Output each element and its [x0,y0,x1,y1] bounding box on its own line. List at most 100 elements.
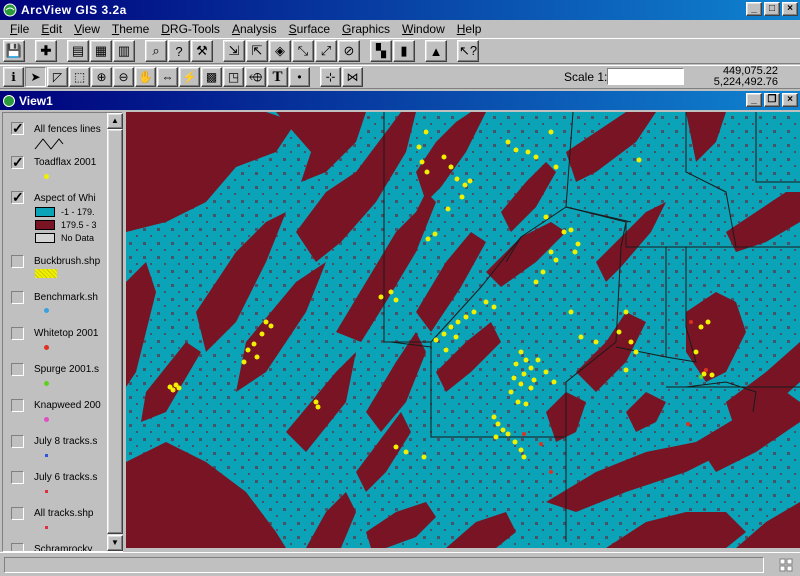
measure-icon[interactable]: ⇔ [157,67,178,87]
hotlink-icon[interactable]: ⚡ [179,67,200,87]
map-calculator-icon[interactable]: ▲ [425,40,447,62]
resize-grip-icon[interactable] [778,557,794,573]
point-symbol-icon [44,345,49,350]
layer-checkbox[interactable] [11,471,24,484]
toc-layer-schramrocky[interactable]: Schramrocky [3,541,108,551]
split-icon[interactable]: ⋈ [342,67,363,87]
select-feature-icon[interactable]: ⬚ [69,67,90,87]
toc-layer-aspect[interactable]: ✓ Aspect of Whi -1 - 179. 179.5 - 3 No D… [3,189,108,249]
scroll-down-arrow-icon[interactable]: ▼ [107,535,123,551]
open-table-icon[interactable]: ▥ [113,40,135,62]
layer-checkbox[interactable] [11,327,24,340]
menu-edit[interactable]: Edit [35,22,68,36]
menu-help[interactable]: Help [451,22,488,36]
layer-name: Toadflax 2001 [34,157,97,168]
toc-layer-july6-tracks[interactable]: July 6 tracks.s [3,469,108,501]
zoom-out-icon[interactable]: ⤢ [315,40,337,62]
identify-icon[interactable]: ℹ [3,67,24,87]
layer-checkbox[interactable]: ✓ [11,190,24,204]
map-canvas[interactable] [126,112,800,548]
layer-checkbox[interactable] [11,399,24,412]
zoom-out-tool-icon[interactable]: ⊖ [113,67,134,87]
area-of-interest-icon[interactable]: ▩ [201,67,222,87]
callout-icon[interactable]: ⬲ [245,67,266,87]
draw-point-icon[interactable]: • [289,67,310,87]
layer-name: All fences lines [34,124,101,135]
layer-checkbox[interactable]: ✓ [11,121,24,135]
locate-address-icon[interactable]: ? [168,40,190,62]
find-icon[interactable]: ⌕ [145,40,167,62]
toc-layer-whitetop[interactable]: Whitetop 2001 [3,325,108,357]
zoom-in-icon[interactable]: ⤡ [292,40,314,62]
theme-properties-icon[interactable]: ▤ [67,40,89,62]
scroll-thumb[interactable] [107,129,123,534]
view-close-button[interactable]: × [782,93,798,107]
toc-layer-benchmark[interactable]: Benchmark.sh [3,289,108,321]
layer-checkbox[interactable] [11,255,24,268]
query-builder-icon[interactable]: ⚒ [191,40,213,62]
toc-layer-all-tracks[interactable]: All tracks.shp [3,505,108,537]
view-minimize-button[interactable]: _ [746,93,762,107]
layer-checkbox[interactable] [11,291,24,304]
pan-icon[interactable]: ✋ [135,67,156,87]
layer-name: Aspect of Whi [34,193,96,204]
label-icon[interactable]: ◳ [223,67,244,87]
menu-theme[interactable]: Theme [106,22,155,36]
legend-class-label: 179.5 - 3 [61,219,97,230]
text-tool-icon[interactable]: T [267,67,288,87]
layer-checkbox[interactable]: ✓ [11,155,24,169]
menu-analysis[interactable]: Analysis [226,22,283,36]
add-theme-icon[interactable]: ✚ [35,40,57,62]
layer-name: Knapweed 200 [34,400,101,411]
maximize-button[interactable]: □ [764,2,780,16]
menu-drg-tools[interactable]: DRG-Tools [155,22,226,36]
zoom-selected-icon[interactable]: ◈ [269,40,291,62]
map-display[interactable] [126,112,800,548]
point-symbol-icon [44,174,49,179]
layer-checkbox[interactable] [11,363,24,376]
menu-window[interactable]: Window [396,22,451,36]
close-button[interactable]: × [782,2,798,16]
toc-scrollbar[interactable]: ▲ ▼ [107,113,123,551]
toc-layer-fences[interactable]: ✓ All fences lines [3,119,108,153]
zoom-in-tool-icon[interactable]: ⊕ [91,67,112,87]
view-restore-button[interactable]: ❐ [764,93,780,107]
layer-name: July 8 tracks.s [34,436,98,447]
layer-checkbox[interactable] [11,507,24,520]
layer-name: Buckbrush.shp [34,256,101,267]
layer-name: Benchmark.sh [34,292,98,303]
select-features-icon[interactable]: ▚ [370,40,392,62]
track-symbol-icon [45,490,48,493]
edit-legend-icon[interactable]: ▦ [90,40,112,62]
toc-layer-toadflax[interactable]: ✓ Toadflax 2001 [3,154,108,186]
status-bar [0,552,800,576]
menu-bar: File Edit View Theme DRG-Tools Analysis … [0,20,800,38]
menu-surface[interactable]: Surface [283,22,336,36]
vertex-edit-icon[interactable]: ◸ [47,67,68,87]
legend-class-row: -1 - 179. [35,206,95,217]
scroll-up-arrow-icon[interactable]: ▲ [107,113,123,129]
toc-layer-spurge[interactable]: Spurge 2001.s [3,361,108,393]
help-pointer-icon[interactable]: ↖? [457,40,479,62]
zoom-previous-icon[interactable]: ⊘ [338,40,360,62]
toc-layer-buckbrush[interactable]: Buckbrush.shp [3,253,108,285]
coordinate-readout: 449,075.22 5,224,492.76 [714,66,778,88]
menu-file[interactable]: File [4,22,35,36]
legend-class-label: No Data [61,232,95,243]
minimize-button[interactable]: _ [746,2,762,16]
zoom-active-themes-icon[interactable]: ⇱ [246,40,268,62]
clear-selection-icon[interactable]: ▮ [393,40,415,62]
layer-checkbox[interactable] [11,435,24,448]
zoom-full-extent-icon[interactable]: ⇲ [223,40,245,62]
toc-layer-july8-tracks[interactable]: July 8 tracks.s [3,433,108,465]
save-project-icon[interactable]: 💾 [3,40,25,62]
menu-view[interactable]: View [68,22,106,36]
menu-graphics[interactable]: Graphics [336,22,396,36]
layer-checkbox[interactable] [11,543,24,551]
toc-layer-knapweed[interactable]: Knapweed 200 [3,397,108,429]
snap-icon[interactable]: ⊹ [320,67,341,87]
pointer-icon[interactable]: ➤ [25,67,46,87]
arcview-globe-icon [3,3,17,17]
legend-swatch [35,232,55,243]
scale-input[interactable] [607,68,684,85]
